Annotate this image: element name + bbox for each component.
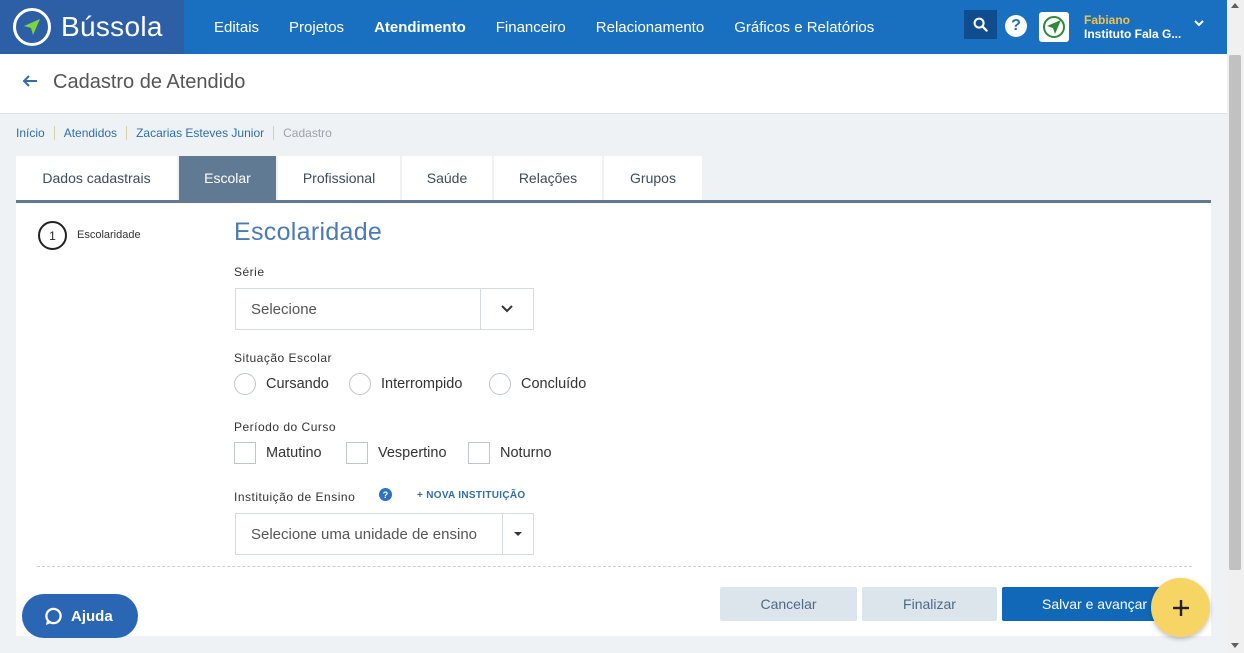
checkbox-matutino[interactable]: Matutino: [234, 442, 322, 464]
step-label[interactable]: Escolaridade: [77, 229, 141, 241]
nav-item-editais[interactable]: Editais: [214, 19, 259, 36]
caret-down-icon: [514, 532, 522, 536]
serie-select-toggle[interactable]: [480, 289, 533, 329]
checkbox-box[interactable]: [234, 442, 256, 464]
tab-saude[interactable]: Saúde: [402, 156, 492, 200]
breadcrumb-atendido[interactable]: Zacarias Esteves Junior: [126, 126, 273, 140]
chevron-down-icon: [501, 305, 513, 313]
tab-profissional[interactable]: Profissional: [278, 156, 400, 200]
tab-grupos[interactable]: Grupos: [604, 156, 702, 200]
plus-icon: [1172, 599, 1189, 616]
tab-bar: Dados cadastrais Escolar Profissional Sa…: [16, 156, 704, 200]
checkbox-label: Matutino: [266, 445, 322, 461]
divider: [37, 566, 1192, 567]
org-logo-icon: [1039, 12, 1069, 42]
finish-button[interactable]: Finalizar: [862, 587, 997, 621]
section-title: Escolaridade: [234, 218, 383, 246]
nav-item-projetos[interactable]: Projetos: [289, 19, 344, 36]
cancel-button[interactable]: Cancelar: [720, 587, 857, 621]
user-name[interactable]: Fabiano: [1084, 13, 1130, 27]
chat-bubble-icon: [45, 607, 62, 625]
compass-logo-icon: [13, 8, 51, 46]
user-org[interactable]: Instituto Fala G...: [1084, 27, 1181, 41]
chevron-down-icon[interactable]: [1193, 18, 1205, 28]
checkbox-box[interactable]: [468, 442, 490, 464]
checkbox-label: Noturno: [500, 445, 552, 461]
tab-escolar[interactable]: Escolar: [179, 156, 276, 200]
situacao-label: Situação Escolar: [234, 351, 333, 365]
top-navbar: Bússola Editais Projetos Atendimento Fin…: [0, 0, 1227, 54]
page-title: Cadastro de Atendido: [53, 71, 246, 93]
serie-select-value: Selecione: [251, 300, 317, 318]
checkbox-noturno[interactable]: Noturno: [468, 442, 552, 464]
checkbox-vespertino[interactable]: Vespertino: [346, 442, 447, 464]
instituicao-select-toggle[interactable]: [502, 514, 533, 554]
help-circle-icon[interactable]: ?: [1005, 15, 1027, 37]
radio-label: Concluído: [521, 376, 587, 392]
radio-concluido[interactable]: Concluído: [489, 373, 586, 395]
back-arrow-icon[interactable]: [22, 74, 38, 88]
breadcrumb-cadastro: Cadastro: [273, 126, 341, 140]
checkbox-label: Vespertino: [378, 445, 447, 461]
radio-circle[interactable]: [349, 373, 371, 395]
search-icon: [973, 17, 988, 32]
tab-dados-cadastrais[interactable]: Dados cadastrais: [16, 156, 177, 200]
help-chat-label: Ajuda: [71, 607, 113, 625]
instituicao-select-placeholder: Selecione uma unidade de ensino: [251, 525, 478, 543]
serie-select[interactable]: Selecione: [235, 288, 534, 330]
radio-label: Interrompido: [381, 376, 463, 392]
radio-interrompido[interactable]: Interrompido: [349, 373, 462, 395]
instituicao-select[interactable]: Selecione uma unidade de ensino: [235, 513, 534, 555]
breadcrumb: Início Atendidos Zacarias Esteves Junior…: [16, 126, 341, 140]
help-icon[interactable]: ?: [379, 488, 392, 501]
form-panel: 1 Escolaridade Escolaridade Série Seleci…: [16, 203, 1211, 636]
nav-item-financeiro[interactable]: Financeiro: [496, 19, 566, 36]
serie-label: Série: [234, 265, 265, 279]
scroll-up-icon[interactable]: [1231, 3, 1239, 8]
tab-relacoes[interactable]: Relações: [494, 156, 602, 200]
radio-circle[interactable]: [234, 373, 256, 395]
scrollbar-thumb[interactable]: [1229, 55, 1241, 570]
radio-cursando[interactable]: Cursando: [234, 373, 329, 395]
main-nav: Editais Projetos Atendimento Financeiro …: [199, 0, 889, 54]
radio-label: Cursando: [266, 376, 329, 392]
help-chat-button[interactable]: Ajuda: [22, 594, 138, 638]
brand[interactable]: Bússola: [0, 0, 184, 54]
checkbox-box[interactable]: [346, 442, 368, 464]
scroll-down-icon[interactable]: [1231, 643, 1239, 648]
brand-name: Bússola: [61, 11, 163, 42]
periodo-label: Período do Curso: [234, 420, 337, 434]
search-button[interactable]: [964, 10, 997, 39]
breadcrumb-atendidos[interactable]: Atendidos: [53, 126, 126, 140]
nova-instituicao-link[interactable]: + NOVA INSTITUIÇÃO: [417, 490, 525, 501]
instituicao-label: Instituição de Ensino: [234, 490, 356, 504]
add-fab-button[interactable]: [1151, 578, 1210, 637]
breadcrumb-inicio[interactable]: Início: [16, 126, 54, 140]
nav-item-atendimento[interactable]: Atendimento: [374, 19, 466, 36]
radio-circle[interactable]: [489, 373, 511, 395]
nav-item-graficos-relatorios[interactable]: Gráficos e Relatórios: [734, 19, 874, 36]
step-number[interactable]: 1: [38, 221, 67, 250]
nav-item-relacionamento[interactable]: Relacionamento: [596, 19, 704, 36]
page-header: Cadastro de Atendido: [0, 54, 1227, 114]
